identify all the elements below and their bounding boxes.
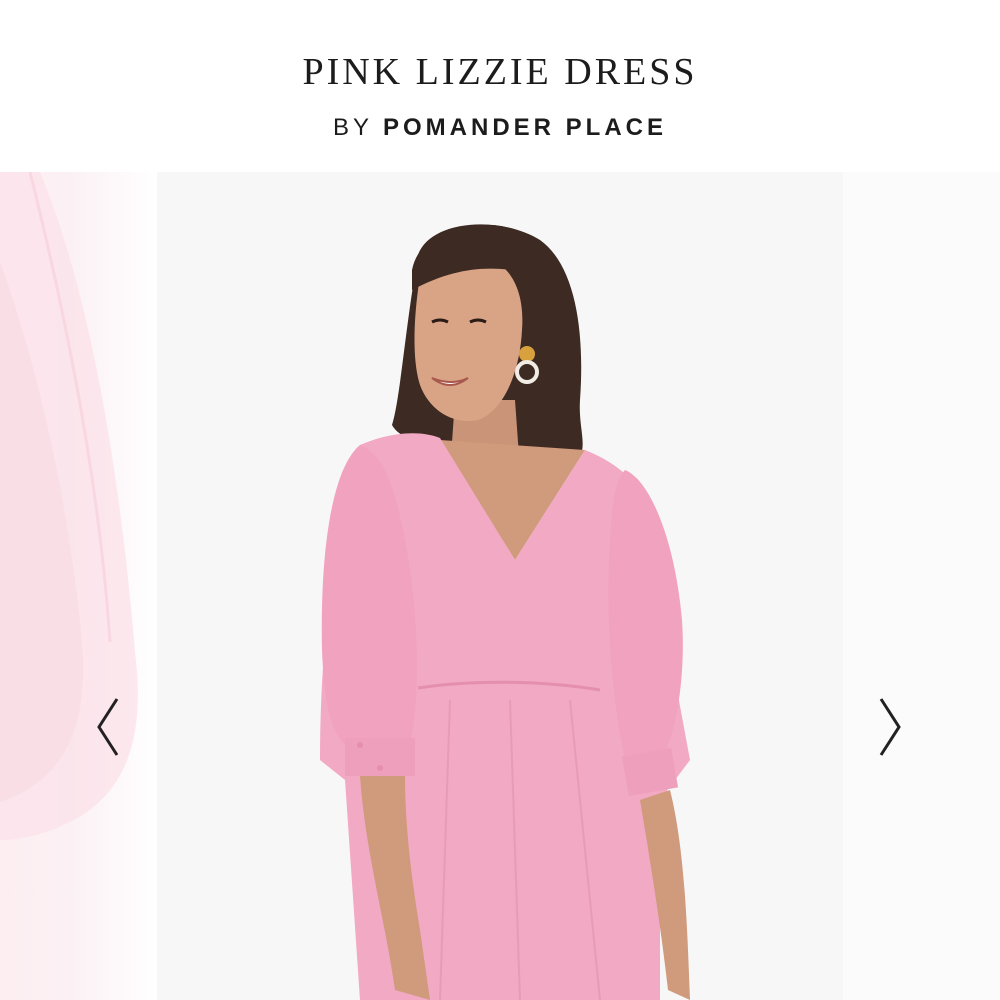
previous-image-button[interactable]: [88, 692, 128, 762]
chevron-right-icon: [879, 698, 901, 756]
next-image-button[interactable]: [870, 692, 910, 762]
product-header: PINK LIZZIE DRESS BY POMANDER PLACE: [0, 0, 1000, 172]
product-byline: BY POMANDER PLACE: [0, 114, 1000, 142]
product-title: PINK LIZZIE DRESS: [302, 51, 698, 93]
by-label: BY: [332, 114, 373, 141]
brand-link[interactable]: POMANDER PLACE: [383, 114, 667, 141]
product-image-carousel: [0, 172, 1000, 1000]
previous-slide-image[interactable]: [0, 172, 157, 1000]
next-slide-image[interactable]: [843, 172, 1000, 1000]
model-photo: [320, 224, 690, 1000]
pink-fabric-image: [0, 172, 138, 840]
main-product-image[interactable]: [157, 172, 843, 1000]
chevron-left-icon: [97, 698, 119, 756]
